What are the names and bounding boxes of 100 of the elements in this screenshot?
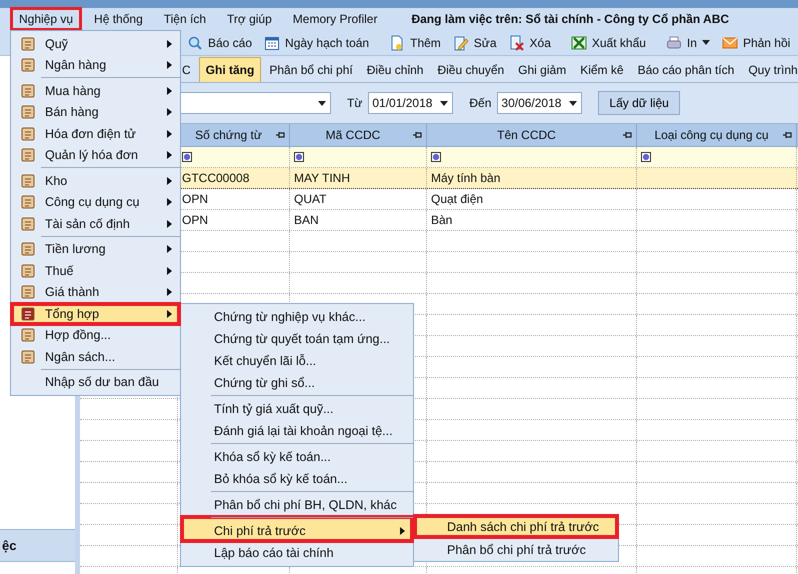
menu-item[interactable]: Giá thành [11,282,180,303]
menu-item[interactable]: Bán hàng [11,102,180,123]
menu-item[interactable]: Khóa sổ kỳ kế toán... [181,442,413,468]
ledger-icon [20,147,36,164]
submenu-arrow-icon [167,266,172,275]
menu-item[interactable]: Nhập số dư ban đầu [11,368,180,393]
submenu-arrow-icon [167,288,172,296]
table-cell: OPN [182,213,208,227]
toolbar-button[interactable]: Báo cáo [185,34,254,52]
menu-item[interactable]: Chứng từ nghiệp vụ khác... [181,306,413,328]
ledger-icon [20,194,36,210]
menu-bar-item[interactable]: Memory Profiler [284,7,386,31]
column-header[interactable]: Tên CCDC [427,124,637,146]
ledger-icon [20,284,36,300]
filter-toggle[interactable] [182,152,192,162]
pin-icon[interactable] [412,130,422,140]
document-icon [389,34,406,50]
pencil-document-icon [452,34,469,50]
menu-item[interactable]: Lập báo cáo tài chính [181,542,413,564]
submenu-arrow-icon [167,151,172,160]
menu-item[interactable]: Quản lý hóa đơn [11,144,180,166]
filter-toggle[interactable] [294,152,304,162]
menu-item[interactable]: Tiền lương [11,234,180,260]
menu-bar-item[interactable]: Trợ giúp [218,7,281,31]
submenu-arrow-icon [167,108,172,116]
ledger-icon [20,82,36,99]
filter-toggle[interactable] [641,152,651,162]
load-data-button[interactable]: Lấy dữ liệu [598,91,680,115]
menu-item[interactable]: Ngân hàng [11,54,180,76]
ledger-icon [20,262,36,279]
to-date-field[interactable]: 30/06/2018 [497,92,582,114]
toolbar-button[interactable]: Xuất khẩu [568,34,648,52]
table-cell: GTCC00008 [182,171,250,185]
submenu-arrow-icon [167,86,172,95]
ledger-icon [20,241,36,258]
tab[interactable]: Điều chuyển [431,58,510,82]
toolbar-button[interactable]: Thêm [387,34,443,52]
menu-item[interactable]: Phân bổ chi phí trả trước [414,538,618,561]
from-label: Từ [347,96,362,110]
toolbar-button[interactable]: In [664,34,712,52]
menu-item[interactable]: Hóa đơn điện tử [11,123,180,144]
ledger-icon [20,216,36,232]
menu-item[interactable]: Kết chuyển lãi lỗ... [181,350,413,372]
submenu-arrow-icon [167,176,172,185]
menu-item[interactable]: Chứng từ ghi sổ... [181,372,413,394]
tab[interactable]: Ghi giảm [512,58,572,82]
tab[interactable]: Ghi tăng [198,57,262,82]
column-header[interactable]: Mã CCDC [290,124,427,146]
table-cell: MAY TINH [294,171,350,185]
menu-item[interactable]: Hợp đồng... [11,324,180,346]
table-cell: BAN [294,213,319,227]
ledger-icon [20,104,36,120]
menu-item[interactable]: Thuế [11,260,180,282]
delete-document-icon [508,34,525,50]
submenu-arrow-icon [167,198,172,206]
ledger-icon [20,172,36,189]
menu-item[interactable]: Tổng hợp [11,303,180,324]
submenu-arrow-icon [167,40,172,48]
calendar-icon [264,34,280,50]
menu-item[interactable]: Ngân sách... [11,346,180,368]
caret-icon [702,40,710,45]
toolbar-button[interactable]: Phản hồi [720,34,792,52]
tab[interactable]: Quy trình [742,58,798,82]
menu-item[interactable]: Quỹ [11,33,180,54]
panel-header[interactable]: ệc [0,529,75,562]
pin-icon[interactable] [622,130,632,140]
menu-bar-item[interactable]: Tiện ích [154,7,215,31]
submenu-arrow-icon [167,61,172,70]
menu-item[interactable]: Chi phí trả trước [181,516,413,542]
ledger-icon [20,348,36,365]
table-cell: Quạt điện [431,192,484,206]
toolbar-button[interactable]: Ngày hạch toán [262,34,372,52]
menu-item[interactable]: Bỏ khóa sổ kỳ kế toán... [181,468,413,490]
toolbar-button[interactable]: Xóa [506,34,553,52]
envelope-icon [722,34,738,50]
submenu-arrow-icon [167,310,172,318]
column-header[interactable]: Loại công cụ dụng cụ [637,124,797,146]
to-label: Đến [469,96,492,110]
menu-item[interactable]: Danh sách chi phí trả trước [414,515,618,538]
submenu-arrow-icon [167,220,172,228]
table-cell: Máy tính bàn [431,171,500,185]
filter-toggle[interactable] [431,152,441,162]
menu-item[interactable]: Đánh giá lại tài khoản ngoại tệ... [181,420,413,442]
toolbar-button[interactable]: Sửa [450,34,499,52]
tab[interactable]: Kiểm kê [574,58,630,82]
tab[interactable]: Báo cáo phân tích [632,58,740,82]
menu-bar-item[interactable]: Hệ thống [85,7,152,31]
menu-item[interactable]: Phân bổ chi phí BH, QLDN, khác [181,490,413,516]
tab[interactable]: Phân bổ chi phí [263,58,359,82]
submenu-arrow-icon [400,527,405,535]
from-date-field[interactable]: 01/01/2018 [368,92,454,114]
menu-item[interactable]: Chứng từ quyết toán tạm ứng... [181,328,413,350]
menu-item[interactable]: Tính tỷ giá xuất quỹ... [181,394,413,420]
pin-icon[interactable] [275,130,285,140]
table-cell: QUAT [294,192,326,206]
menu-item[interactable]: Mua hàng [11,76,180,102]
tab[interactable]: Điều chỉnh [360,58,430,82]
submenu-arrow-icon [167,130,172,138]
ledger-icon [20,327,36,344]
pin-icon[interactable] [782,130,792,140]
